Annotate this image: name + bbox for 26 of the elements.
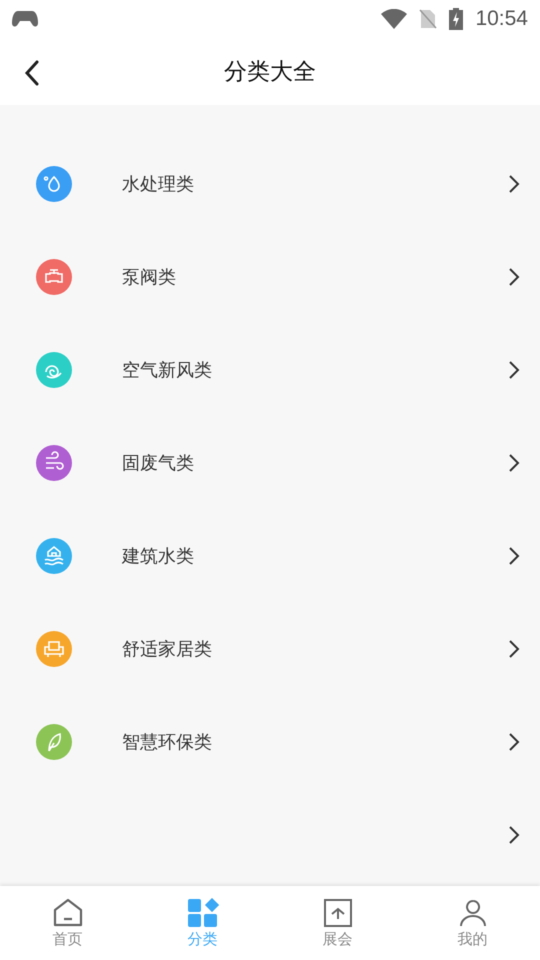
nav-tab[interactable]: 首页 xyxy=(0,886,135,960)
category-item[interactable]: 泵阀类 xyxy=(0,230,540,323)
chevron-right-icon xyxy=(508,638,520,658)
category-item[interactable]: 空气新风类 xyxy=(0,323,540,416)
page-title: 分类大全 xyxy=(224,58,316,87)
battery-charging-icon xyxy=(449,8,464,30)
category-item[interactable]: 舒适家居类 xyxy=(0,602,540,695)
gamepad-icon xyxy=(12,10,38,28)
chevron-right-icon xyxy=(508,174,520,194)
category-item[interactable]: 固废气类 xyxy=(0,416,540,509)
chevron-right-icon xyxy=(508,732,520,752)
nav-tab[interactable]: 我的 xyxy=(405,886,540,960)
category-item[interactable]: 水处理类 xyxy=(0,137,540,230)
no-sim-icon xyxy=(419,9,438,29)
chevron-right-icon xyxy=(508,266,520,286)
chevron-right-icon xyxy=(508,546,520,566)
nav-tab[interactable]: 展会 xyxy=(270,886,405,960)
category-item[interactable]: 智慧环保类 xyxy=(0,695,540,788)
chevron-right-icon xyxy=(508,452,520,472)
chevron-right-icon xyxy=(508,360,520,380)
chevron-right-icon xyxy=(508,824,520,844)
category-item[interactable]: 建筑水类 xyxy=(0,509,540,602)
grid-icon xyxy=(186,898,218,928)
wifi-icon xyxy=(381,9,408,29)
status-time: 10:54 xyxy=(475,7,528,31)
home-icon xyxy=(52,898,84,928)
